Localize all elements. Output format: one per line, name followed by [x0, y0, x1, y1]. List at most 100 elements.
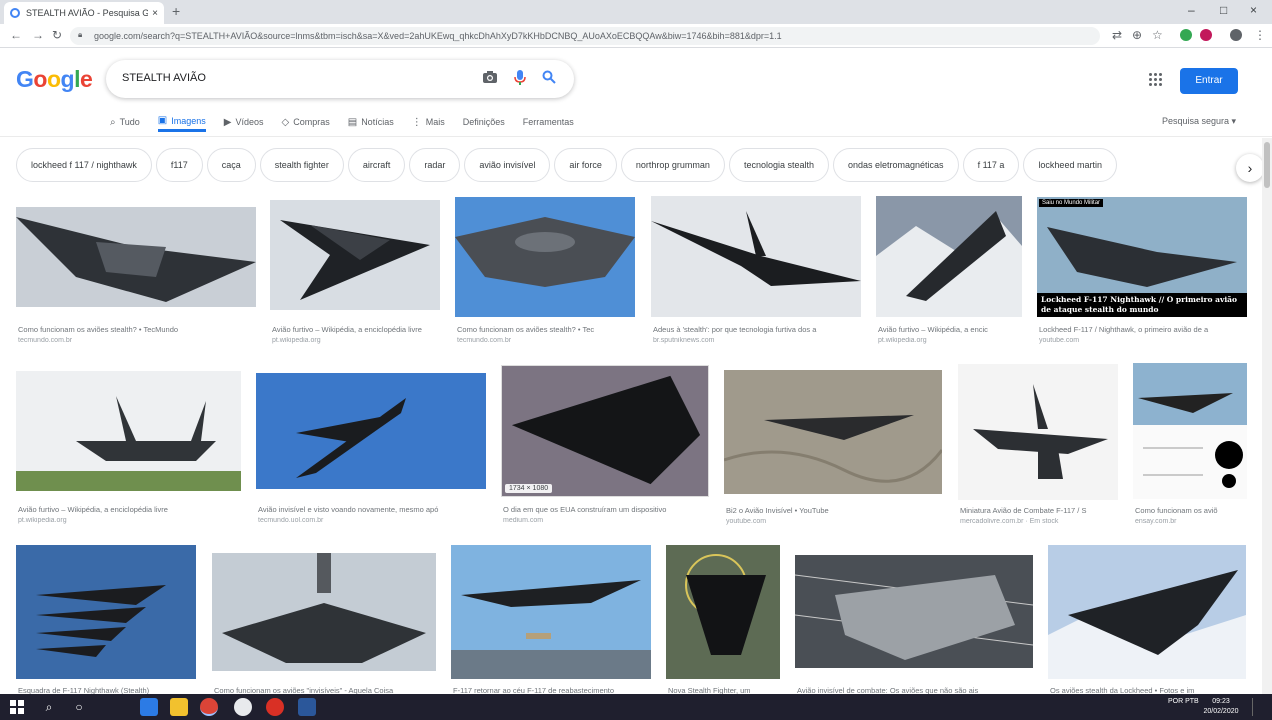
result-thumbnail[interactable] [16, 545, 196, 679]
chip[interactable]: lockheed f 117 / nighthawk [16, 148, 152, 182]
browser-tab[interactable]: STEALTH AVIÃO - Pesquisa Goo × [4, 2, 164, 24]
profile-avatar-icon[interactable] [1230, 29, 1242, 41]
result-caption[interactable]: Miniatura Avião de Combate F-117 / S [960, 506, 1120, 515]
result-caption[interactable]: O dia em que os EUA construíram um dispo… [503, 505, 711, 514]
result-thumbnail[interactable] [212, 553, 436, 671]
chip[interactable]: air force [554, 148, 617, 182]
result-thumbnail[interactable] [666, 545, 780, 679]
image-result[interactable]: Avião furtivo – Wikipédia, a enciclopédi… [16, 371, 241, 531]
result-caption[interactable]: Avião invisível e visto voando novamente… [258, 505, 488, 514]
address-bar[interactable]: 🔒︎ google.com/search?q=STEALTH+AVIÃO&sou… [70, 27, 1100, 45]
result-thumbnail[interactable] [16, 207, 256, 307]
tab-tools[interactable]: Ferramentas [523, 112, 574, 132]
file-explorer-icon[interactable] [170, 698, 188, 716]
image-result[interactable]: Esquadra de F-117 Nighthawk (Stealth) [16, 545, 196, 695]
image-result[interactable]: Saiu no Mundo Militar Lockheed F-117 Nig… [1037, 197, 1247, 347]
notifications-icon[interactable] [1252, 698, 1264, 716]
chip[interactable]: lockheed martin [1023, 148, 1117, 182]
result-caption[interactable]: Adeus à 'stealth': por que tecnologia fu… [653, 325, 863, 334]
word-icon[interactable] [298, 698, 316, 716]
forward-arrow-icon[interactable]: → [32, 28, 44, 42]
image-result[interactable]: Adeus à 'stealth': por que tecnologia fu… [651, 196, 861, 347]
image-result[interactable]: Avião invisível e visto voando novamente… [256, 373, 486, 531]
result-caption[interactable]: Como funcionam os aviões stealth? • Tec [457, 325, 637, 334]
language-indicator[interactable]: POR PTB [1168, 697, 1199, 707]
google-apps-icon[interactable] [1149, 73, 1163, 87]
result-caption[interactable]: Como funcionam os aviõ [1135, 506, 1249, 515]
chip[interactable]: radar [409, 148, 461, 182]
chip[interactable]: aircraft [347, 148, 406, 182]
windows-start-icon[interactable] [10, 700, 24, 714]
result-thumbnail[interactable] [651, 196, 861, 317]
safe-search-toggle[interactable]: Pesquisa segura ▾ [1162, 116, 1236, 127]
result-thumbnail[interactable]: Saiu no Mundo Militar Lockheed F-117 Nig… [1037, 197, 1247, 317]
image-result[interactable]: Como funcionam os aviões "invisíveis" - … [212, 553, 436, 695]
result-thumbnail[interactable] [16, 371, 241, 491]
chips-next-button[interactable]: › [1236, 154, 1264, 182]
tab-shopping[interactable]: ◇ Compras [282, 112, 330, 132]
result-caption[interactable]: Lockheed F-117 / Nighthawk, o primeiro a… [1039, 325, 1249, 334]
search-box[interactable]: STEALTH AVIÃO [106, 60, 574, 98]
search-icon[interactable] [542, 70, 556, 87]
clock[interactable]: 09:23 20/02/2020 [1196, 697, 1246, 717]
image-result[interactable]: Miniatura Avião de Combate F-117 / S mer… [958, 364, 1118, 531]
tab-more[interactable]: ⋮ Mais [412, 112, 445, 132]
image-result[interactable]: Os aviões stealth da Lockheed • Fotos e … [1048, 545, 1246, 695]
page-scrollbar[interactable] [1262, 138, 1272, 694]
extension-icon[interactable] [1200, 29, 1212, 41]
image-result[interactable]: Avião invisível de combate: Os aviões qu… [795, 555, 1033, 695]
image-result[interactable]: Nova Stealth Fighter, um [666, 545, 780, 695]
app-icon[interactable] [266, 698, 284, 716]
image-result[interactable]: Avião furtivo – Wikipédia, a enciclopédi… [270, 200, 440, 347]
microphone-icon[interactable] [514, 70, 526, 89]
result-caption[interactable]: Avião furtivo – Wikipédia, a enciclopédi… [18, 505, 243, 514]
reload-icon[interactable]: ↻ [52, 28, 62, 42]
tab-settings[interactable]: Definições [463, 112, 505, 132]
result-thumbnail[interactable] [256, 373, 486, 489]
tab-news[interactable]: ▤ Notícias [348, 112, 394, 132]
result-caption[interactable]: Como funcionam os aviões stealth? • TecM… [18, 325, 258, 334]
chip[interactable]: caça [206, 148, 256, 182]
tab-close-icon[interactable]: × [152, 8, 158, 19]
extension-icon[interactable] [1180, 29, 1192, 41]
result-caption[interactable]: Avião furtivo – Wikipédia, a enciclopédi… [272, 325, 442, 334]
result-thumbnail[interactable] [1048, 545, 1246, 679]
task-view-icon[interactable]: ○ [70, 698, 88, 716]
back-arrow-icon[interactable]: ← [10, 28, 22, 42]
chip[interactable]: stealth fighter [259, 148, 344, 182]
image-result[interactable]: F-117 retornar ao céu F-117 de reabastec… [451, 545, 651, 695]
chip[interactable]: f 117 a [962, 148, 1020, 182]
app-icon[interactable] [234, 698, 252, 716]
image-result[interactable]: Avião furtivo – Wikipédia, a encic pt.wi… [876, 196, 1022, 347]
result-thumbnail[interactable] [724, 370, 942, 494]
maximize-button[interactable]: □ [1220, 3, 1227, 17]
result-thumbnail[interactable] [455, 197, 635, 317]
translate-icon[interactable]: ⇄ [1112, 28, 1122, 42]
chip[interactable]: f117 [155, 148, 203, 182]
search-input[interactable]: STEALTH AVIÃO [122, 72, 206, 84]
result-thumbnail[interactable] [795, 555, 1033, 668]
camera-icon[interactable] [482, 70, 498, 87]
result-thumbnail[interactable] [876, 196, 1022, 317]
app-icon[interactable] [140, 698, 158, 716]
scrollbar-thumb[interactable] [1264, 142, 1270, 188]
result-thumbnail[interactable] [958, 364, 1118, 500]
sign-in-button[interactable]: Entrar [1180, 68, 1238, 94]
search-icon[interactable]: ⌕ [40, 698, 58, 716]
chip[interactable]: avião invisível [464, 148, 551, 182]
result-caption[interactable]: Bi2 o Avião Invisível • YouTube [726, 506, 944, 515]
tab-all[interactable]: ⌕ Tudo [110, 112, 140, 132]
chip[interactable]: northrop grumman [620, 148, 725, 182]
chip[interactable]: ondas eletromagnéticas [833, 148, 959, 182]
tab-images[interactable]: ▣ Imagens [157, 112, 206, 132]
result-thumbnail[interactable] [451, 545, 651, 679]
zoom-icon[interactable]: ⊕ [1132, 28, 1142, 42]
tab-videos[interactable]: ▶ Vídeos [224, 112, 264, 132]
bookmark-star-icon[interactable]: ☆ [1152, 28, 1163, 42]
chip[interactable]: tecnologia stealth [728, 148, 829, 182]
result-caption[interactable]: Avião furtivo – Wikipédia, a encic [878, 325, 1024, 334]
chrome-icon[interactable] [200, 698, 218, 716]
google-logo[interactable]: Google [16, 66, 93, 93]
image-result[interactable]: Como funcionam os aviões stealth? • TecM… [16, 207, 256, 347]
close-window-button[interactable]: × [1250, 3, 1257, 17]
